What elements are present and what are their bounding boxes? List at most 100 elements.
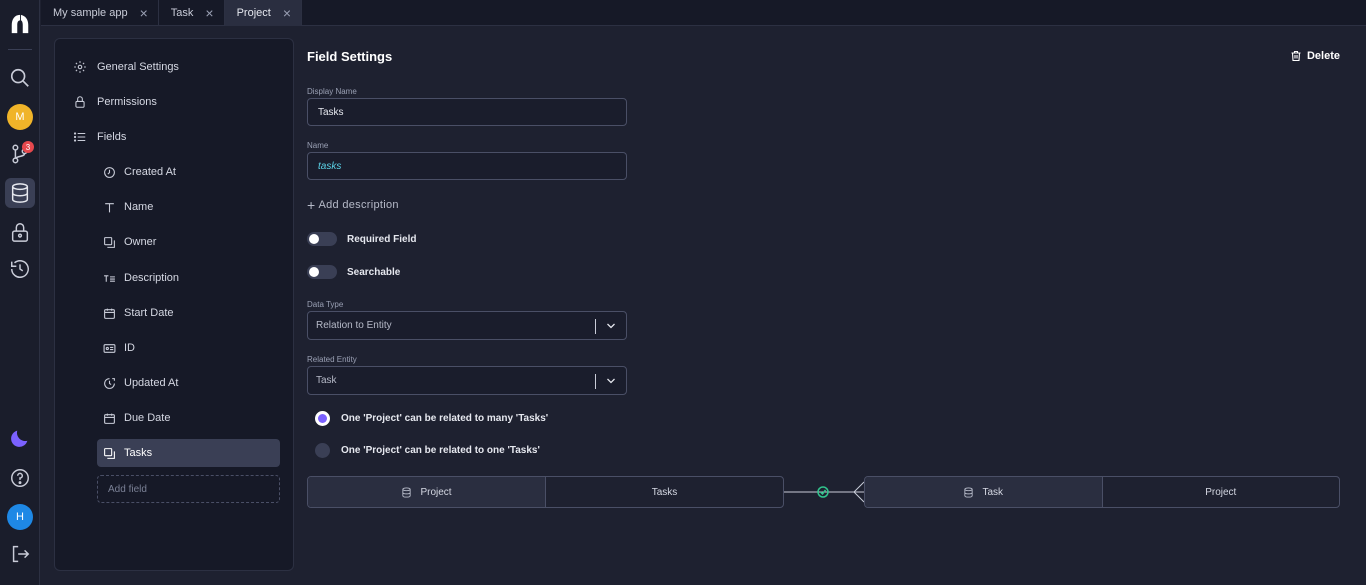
relation-source-box: Project Tasks (307, 476, 784, 508)
list-icon (73, 132, 86, 142)
relation-icon (104, 447, 115, 459)
relation-target-box: Task Project (864, 476, 1340, 508)
notification-badge: 3 (22, 141, 34, 153)
field-item-id[interactable]: ID (97, 334, 280, 362)
nav-general-settings[interactable]: General Settings (73, 55, 179, 79)
relation-option-label: One 'Project' can be related to one 'Tas… (341, 445, 540, 456)
delete-button[interactable]: Delete (1290, 50, 1340, 62)
user-avatar-bottom[interactable]: H (7, 504, 33, 530)
field-item-created-at[interactable]: Created At (97, 158, 280, 186)
moon-icon[interactable] (5, 423, 35, 453)
database-icon (402, 486, 412, 498)
trash-icon (1291, 50, 1301, 62)
id-card-icon (103, 343, 116, 353)
required-field-label: Required Field (347, 233, 417, 245)
amplication-logo-icon[interactable] (5, 9, 35, 39)
calendar-icon (104, 308, 115, 319)
field-item-tasks[interactable]: Tasks (97, 439, 280, 467)
relation-option-one[interactable]: One 'Project' can be related to one 'Tas… (315, 443, 540, 458)
database-icon (964, 486, 974, 498)
add-description-label: Add description (318, 199, 399, 211)
field-label: Tasks (124, 447, 153, 459)
field-label: Name (124, 201, 154, 213)
field-name: Tasks (651, 486, 678, 498)
nav-fields[interactable]: Fields (73, 125, 126, 149)
user-avatar[interactable]: M (7, 104, 33, 130)
database-icon[interactable] (5, 178, 35, 208)
tab-label: My sample app (53, 7, 128, 19)
related-entity-label: Related Entity (307, 355, 357, 364)
tab-label: Task (170, 7, 194, 19)
relation-option-label: One 'Project' can be related to many 'Ta… (341, 413, 549, 424)
history-icon[interactable] (5, 254, 35, 284)
nav-label: General Settings (97, 61, 179, 73)
field-label: Description (124, 272, 180, 284)
close-icon[interactable]: × (283, 6, 291, 20)
clock-icon (104, 166, 115, 178)
gear-icon (74, 61, 86, 73)
select-divider (595, 319, 596, 334)
help-icon[interactable] (5, 463, 35, 493)
data-type-select[interactable]: Relation to Entity (307, 311, 627, 340)
field-label: Updated At (124, 377, 179, 389)
radio-button[interactable] (315, 443, 330, 458)
select-divider (595, 374, 596, 389)
calendar-icon (104, 413, 115, 424)
relation-target-field: Project (1103, 477, 1340, 507)
related-entity-select[interactable]: Task (307, 366, 627, 395)
tab-bar: My sample app × Task × Project × (41, 0, 1366, 26)
searchable-label: Searchable (347, 266, 401, 278)
lock-icon[interactable] (5, 217, 35, 247)
field-item-description[interactable]: Description (97, 264, 280, 292)
data-type-label: Data Type (307, 300, 344, 309)
related-entity-value: Task (316, 375, 337, 386)
nav-label: Permissions (97, 96, 157, 108)
close-icon[interactable]: × (205, 6, 213, 20)
page-title: Field Settings (307, 49, 393, 64)
required-field-toggle[interactable] (307, 232, 337, 246)
field-item-updated-at[interactable]: Updated At (97, 369, 280, 397)
relation-connector (784, 481, 865, 503)
tab-task[interactable]: Task × (159, 0, 225, 26)
clock-refresh-icon (104, 377, 115, 389)
close-icon[interactable]: × (140, 6, 148, 20)
tab-label: Project (236, 7, 271, 19)
field-label: Owner (124, 236, 157, 248)
text-icon (105, 202, 114, 212)
field-item-name[interactable]: Name (97, 193, 280, 221)
field-label: Created At (124, 166, 176, 178)
tab-my-sample-app[interactable]: My sample app × (41, 0, 159, 26)
field-item-due-date[interactable]: Due Date (97, 404, 280, 432)
searchable-row: Searchable (307, 265, 400, 279)
searchable-toggle[interactable] (307, 265, 337, 279)
display-name-label: Display Name (307, 87, 357, 96)
add-description-button[interactable]: + Add description (307, 198, 399, 212)
field-label: ID (124, 342, 135, 354)
delete-label: Delete (1306, 50, 1340, 62)
relation-target-entity: Task (865, 477, 1103, 507)
field-item-start-date[interactable]: Start Date (97, 299, 280, 327)
search-icon[interactable] (5, 63, 35, 93)
field-label: Start Date (124, 307, 174, 319)
entity-settings-panel: General Settings Permissions Fields Crea… (54, 38, 294, 571)
nav-label: Fields (97, 131, 127, 143)
chevron-down-icon (607, 378, 615, 384)
rail-divider (8, 49, 32, 50)
relation-source-entity: Project (308, 477, 546, 507)
nav-permissions[interactable]: Permissions (73, 90, 157, 114)
name-input[interactable]: tasks (307, 152, 627, 180)
lock-icon (75, 96, 85, 108)
required-field-row: Required Field (307, 232, 416, 246)
tab-project[interactable]: Project × (224, 0, 303, 26)
radio-button-selected[interactable] (315, 411, 330, 426)
field-label: Due Date (124, 412, 171, 424)
add-field-input[interactable]: Add field (97, 475, 280, 503)
field-item-owner[interactable]: Owner (97, 228, 280, 256)
logout-icon[interactable] (5, 539, 35, 569)
display-name-input[interactable]: Tasks (307, 98, 627, 126)
data-type-value: Relation to Entity (316, 320, 392, 331)
relation-option-many[interactable]: One 'Project' can be related to many 'Ta… (315, 411, 548, 426)
entity-name: Project (420, 486, 452, 498)
multiline-text-icon (104, 274, 115, 282)
name-label: Name (307, 141, 329, 150)
